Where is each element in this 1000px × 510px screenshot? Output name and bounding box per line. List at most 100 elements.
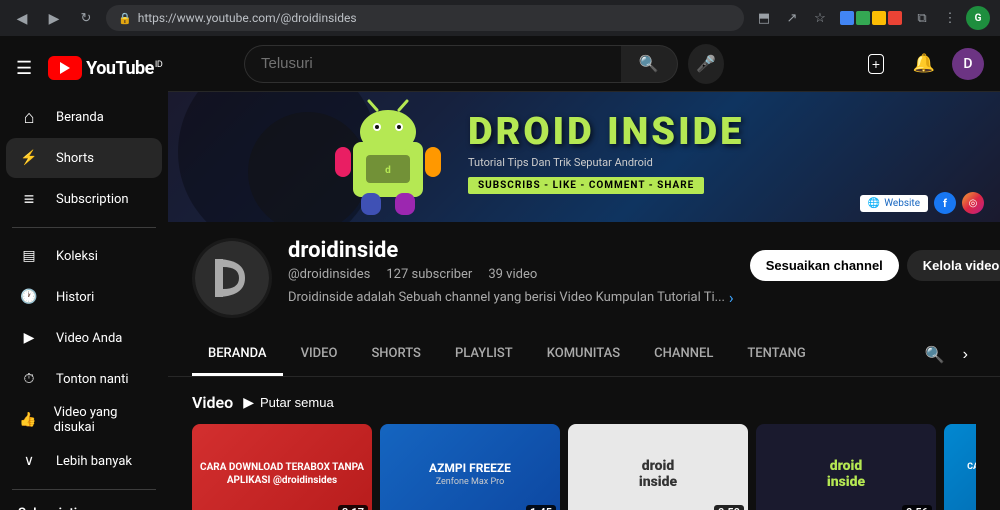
channel-meta: @droidinsides 127 subscriber 39 video — [288, 267, 734, 282]
sidebar-label-koleksi: Koleksi — [56, 249, 98, 264]
settings-button[interactable]: ⋮ — [938, 6, 962, 30]
video-thumb-3: droid inside 0.59 — [568, 424, 748, 510]
sidebar-label-tonton-nanti: Tonton nanti — [56, 372, 129, 387]
sidebar-item-subscription[interactable]: ≡ Subscription — [6, 179, 162, 219]
desc-expand-icon[interactable]: › — [729, 288, 734, 307]
bell-icon: 🔔 — [913, 53, 935, 74]
search-form: 🔍 — [244, 45, 678, 83]
create-button[interactable]: + — [856, 44, 896, 84]
kelola-video-button[interactable]: Kelola video — [907, 250, 1000, 281]
tab-next-icon: › — [963, 346, 968, 364]
video-card-3[interactable]: droid inside 0.59 Droid Inside tutorial … — [568, 424, 748, 510]
main-content: 🔍 🎤 + 🔔 D — [168, 36, 1000, 510]
subscription-icon: ≡ — [18, 189, 40, 210]
histori-icon: 🕐 — [18, 289, 40, 305]
channel-videos: 39 video — [488, 267, 537, 282]
notifications-button[interactable]: 🔔 — [904, 44, 944, 84]
user-avatar[interactable]: D — [952, 48, 984, 80]
tab-video[interactable]: VIDEO — [285, 334, 354, 376]
sidebar-divider-1 — [12, 227, 156, 228]
url-bar[interactable]: 🔒 https://www.youtube.com/@droidinsides — [106, 5, 744, 31]
channel-actions: Sesuaikan channel Kelola video — [750, 250, 1000, 281]
sesuaikan-channel-button[interactable]: Sesuaikan channel — [750, 250, 899, 281]
tab-shorts[interactable]: SHORTS — [355, 334, 437, 376]
lebih-banyak-icon: ∨ — [18, 453, 40, 469]
section-title: Video — [192, 393, 233, 412]
sidebar-label-video-disukai: Video yang disukai — [54, 405, 150, 435]
share-button[interactable]: ↗ — [780, 6, 804, 30]
home-icon: ⌂ — [18, 107, 40, 128]
youtube-logo-text: YouTubeID — [86, 58, 162, 79]
ext-1 — [840, 11, 854, 25]
channel-info: droidinside @droidinsides 127 subscriber… — [168, 222, 1000, 334]
instagram-link[interactable]: ◎ — [962, 192, 984, 214]
sidebar-item-tonton-nanti[interactable]: ⏱ Tonton nanti — [6, 359, 162, 399]
banner-subtitle: Tutorial Tips Dan Trik Seputar Android — [468, 156, 744, 169]
sidebar-label-video-anda: Video Anda — [56, 331, 122, 346]
play-all-button[interactable]: ▶ Putar semua — [243, 394, 333, 411]
channel-avatar — [192, 238, 272, 318]
mic-button[interactable]: 🎤 — [688, 44, 724, 84]
channel-avatar-svg — [195, 241, 269, 315]
scrollable-content: d DROID INSIDE Tutorial Tips Dan Trik Se… — [168, 92, 1000, 510]
sidebar-item-koleksi[interactable]: ▤ Koleksi — [6, 236, 162, 276]
video-disukai-icon: 👍 — [18, 412, 38, 428]
video-card-5[interactable]: CARA MEYIMPAN VIDEO TIKTOK DENGAN MUDAH … — [944, 424, 976, 510]
hamburger-button[interactable]: ☰ — [8, 50, 40, 87]
facebook-link[interactable]: f — [934, 192, 956, 214]
tab-beranda[interactable]: BERANDA — [192, 334, 283, 376]
cast-button[interactable]: ⬒ — [752, 6, 776, 30]
website-link[interactable]: 🌐 Website — [860, 195, 928, 212]
tab-komunitas[interactable]: KOMUNITAS — [531, 334, 636, 376]
channel-desc-text: Droidinside adalah Sebuah channel yang b… — [288, 290, 725, 305]
refresh-button[interactable]: ↻ — [74, 6, 98, 30]
url-text: https://www.youtube.com/@droidinsides — [138, 11, 357, 25]
video-duration-1: 3.17 — [338, 505, 368, 510]
play-all-label: Putar semua — [260, 395, 334, 410]
koleksi-icon: ▤ — [18, 248, 40, 264]
instagram-icon: ◎ — [969, 198, 978, 209]
browser-profile[interactable]: G — [966, 6, 990, 30]
tab-tentang[interactable]: TENTANG — [731, 334, 821, 376]
back-button[interactable]: ◀ — [10, 6, 34, 30]
sidebar-item-video-anda[interactable]: ▶ Video Anda — [6, 318, 162, 358]
video-card-4[interactable]: droid inside 0.56 Droid Inside channel v… — [756, 424, 936, 510]
header-actions: + 🔔 D — [856, 44, 984, 84]
video-card-1[interactable]: CARA DOWNLOAD TERABOX TANPA APLIKASI @dr… — [192, 424, 372, 510]
youtube-logo-icon — [48, 56, 82, 80]
create-icon: + — [868, 54, 884, 74]
banner-mascot-area: d — [323, 92, 453, 222]
video-card-2[interactable]: AZMPI FREEZE Zenfone Max Pro 1.45 AZMPI … — [380, 424, 560, 510]
thumb-text-4: droid — [827, 458, 865, 475]
search-input[interactable] — [244, 45, 621, 83]
youtube-logo[interactable]: YouTubeID — [48, 56, 162, 80]
video-grid: CARA DOWNLOAD TERABOX TANPA APLIKASI @dr… — [192, 424, 976, 510]
banner-cta: SUBSCRIBS - LIKE - COMMENT - SHARE — [478, 180, 694, 191]
sidebar-item-video-disukai[interactable]: 👍 Video yang disukai — [6, 400, 162, 440]
sidebar-item-beranda[interactable]: ⌂ Beranda — [6, 97, 162, 137]
channel-description: Droidinside adalah Sebuah channel yang b… — [288, 288, 734, 307]
banner-social: 🌐 Website f ◎ — [860, 192, 984, 214]
mic-icon: 🎤 — [696, 54, 716, 74]
channel-banner: d DROID INSIDE Tutorial Tips Dan Trik Se… — [168, 92, 1000, 222]
tab-search-icon: 🔍 — [925, 345, 945, 365]
video-section: Video ▶ Putar semua CARA DOWNLOAD TERABO… — [168, 377, 1000, 510]
channel-details: droidinside @droidinsides 127 subscriber… — [288, 238, 734, 307]
sidebar-item-histori[interactable]: 🕐 Histori — [6, 277, 162, 317]
sidebar-item-lebih-banyak[interactable]: ∨ Lebih banyak — [6, 441, 162, 481]
tab-search-button[interactable]: 🔍 — [917, 337, 953, 373]
sidebar-label-histori: Histori — [56, 290, 94, 305]
tab-playlist[interactable]: PLAYLIST — [439, 334, 529, 376]
bookmark-button[interactable]: ☆ — [808, 6, 832, 30]
thumb-subtext-4: inside — [827, 474, 865, 490]
tab-channel[interactable]: CHANNEL — [638, 334, 729, 376]
forward-button[interactable]: ▶ — [42, 6, 66, 30]
extensions-button[interactable]: ⧉ — [910, 6, 934, 30]
sidebar-item-shorts[interactable]: ⚡ Shorts — [6, 138, 162, 178]
search-icon: 🔍 — [639, 54, 659, 74]
channel-name: droidinside — [288, 238, 734, 263]
search-button[interactable]: 🔍 — [621, 45, 678, 83]
tab-next-button[interactable]: › — [955, 338, 976, 372]
video-duration-4: 0.56 — [902, 505, 932, 510]
app-container: ☰ YouTubeID ⌂ Beranda ⚡ Shorts ≡ Subscri… — [0, 36, 1000, 510]
